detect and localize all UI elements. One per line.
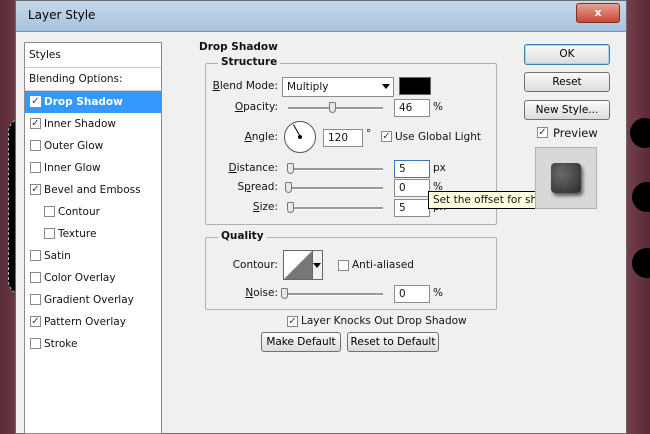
style-item-checkbox[interactable]: ✓ [30, 96, 41, 107]
size-label: Size: [252, 201, 278, 213]
style-item-contour[interactable]: Contour [25, 201, 161, 223]
quality-group: Quality [205, 230, 497, 310]
opacity-slider-thumb[interactable] [328, 102, 336, 113]
style-preview [535, 147, 597, 209]
style-item-pattern-overlay[interactable]: ✓ Pattern Overlay [25, 311, 161, 333]
spread-slider[interactable] [285, 182, 383, 193]
style-item-texture[interactable]: Texture [25, 223, 161, 245]
styles-header[interactable]: Styles [25, 43, 161, 68]
distance-label: Distance: [228, 162, 278, 174]
structure-title: Structure [218, 56, 281, 68]
size-input[interactable]: 5 [394, 199, 430, 217]
style-item-color-overlay[interactable]: Color Overlay [25, 267, 161, 289]
opacity-input[interactable]: 46 [394, 99, 430, 117]
contour-label: Contour: [232, 259, 278, 271]
style-item-label: Drop Shadow [44, 96, 123, 108]
style-item-checkbox[interactable] [30, 294, 41, 305]
contour-curve-icon [284, 251, 312, 279]
style-item-label: Pattern Overlay [44, 316, 126, 328]
window-title: Layer Style [28, 8, 96, 22]
quality-title: Quality [218, 230, 267, 242]
ok-button[interactable]: OK [524, 44, 610, 65]
knocks-out-checkbox[interactable]: ✓ [287, 316, 298, 327]
style-item-bevel-and-emboss[interactable]: ✓ Bevel and Emboss [25, 179, 161, 201]
make-default-button[interactable]: Make Default [261, 332, 341, 352]
blend-mode-label: Blend Mode: [212, 80, 278, 92]
reset-to-default-button[interactable]: Reset to Default [347, 332, 439, 352]
style-item-label: Outer Glow [44, 140, 104, 152]
chevron-down-icon [313, 263, 321, 268]
anti-aliased-label: Anti-aliased [352, 259, 414, 271]
style-item-checkbox[interactable]: ✓ [30, 184, 41, 195]
use-global-light-label: Use Global Light [395, 131, 481, 143]
styles-list: Styles Blending Options: Default ✓Drop S… [24, 42, 162, 434]
angle-center [298, 135, 302, 139]
opacity-unit: % [433, 101, 443, 113]
style-item-inner-shadow[interactable]: ✓ Inner Shadow [25, 113, 161, 135]
style-item-checkbox[interactable] [30, 250, 41, 261]
style-item-label: Stroke [44, 338, 78, 350]
style-item-outer-glow[interactable]: Outer Glow [25, 135, 161, 157]
noise-slider[interactable] [281, 288, 383, 299]
angle-dial[interactable] [284, 121, 316, 153]
shadow-color-swatch[interactable] [399, 77, 431, 95]
size-slider-thumb[interactable] [286, 202, 294, 213]
style-item-checkbox[interactable] [44, 228, 55, 239]
use-global-light-checkbox[interactable]: ✓ [381, 131, 392, 142]
blend-mode-select[interactable]: Multiply [282, 77, 394, 97]
style-item-label: Satin [44, 250, 71, 262]
contour-dropdown[interactable] [313, 250, 323, 280]
noise-input[interactable]: 0 [394, 285, 430, 303]
noise-slider-thumb[interactable] [281, 288, 288, 299]
distance-slider[interactable] [286, 163, 383, 174]
distance-slider-thumb[interactable] [286, 163, 294, 174]
style-item-checkbox[interactable] [30, 162, 41, 173]
style-item-checkbox[interactable] [30, 272, 41, 283]
preview-swatch [551, 163, 581, 193]
new-style-button[interactable]: New Style... [524, 100, 610, 120]
anti-aliased-checkbox[interactable] [338, 260, 349, 271]
noise-label: Noise: [245, 287, 278, 299]
style-item-label: Gradient Overlay [44, 294, 134, 306]
style-item-checkbox[interactable] [30, 338, 41, 349]
style-item-label: Inner Shadow [44, 118, 116, 130]
preview-checkbox[interactable]: ✓ [537, 127, 548, 138]
reset-button[interactable]: Reset [524, 72, 610, 92]
style-item-checkbox[interactable] [44, 206, 55, 217]
style-item-label: Bevel and Emboss [44, 184, 141, 196]
angle-label: Angle: [244, 131, 278, 143]
knocks-out-label: Layer Knocks Out Drop Shadow [301, 315, 467, 327]
opacity-label: Opacity: [234, 101, 278, 113]
style-item-satin[interactable]: Satin [25, 245, 161, 267]
spread-label: Spread: [237, 181, 278, 193]
drop-shadow-title: Drop Shadow [199, 41, 278, 53]
style-item-checkbox[interactable] [30, 140, 41, 151]
style-item-drop-shadow[interactable]: ✓ Drop Shadow [25, 91, 161, 113]
size-slider[interactable] [286, 202, 383, 213]
noise-unit: % [433, 287, 443, 299]
style-item-label: Color Overlay [44, 272, 116, 284]
spread-slider-thumb[interactable] [285, 182, 292, 193]
distance-unit: px [433, 162, 446, 174]
style-item-checkbox[interactable]: ✓ [30, 316, 41, 327]
title-bar[interactable]: Layer Style x [16, 1, 626, 32]
close-button[interactable]: x [576, 3, 620, 23]
distance-input[interactable]: 5 [394, 160, 430, 178]
chevron-down-icon [382, 84, 390, 89]
style-item-inner-glow[interactable]: Inner Glow [25, 157, 161, 179]
contour-preview[interactable] [283, 250, 313, 280]
opacity-slider[interactable] [288, 102, 383, 113]
style-item-label: Contour [58, 206, 100, 218]
style-item-gradient-overlay[interactable]: Gradient Overlay [25, 289, 161, 311]
close-icon: x [594, 6, 602, 19]
blending-options-item[interactable]: Blending Options: Default [25, 68, 161, 107]
style-item-label: Texture [58, 228, 97, 240]
style-item-label: Inner Glow [44, 162, 101, 174]
spread-input[interactable]: 0 [394, 179, 430, 197]
angle-input[interactable]: 120 [323, 129, 363, 147]
style-item-checkbox[interactable]: ✓ [30, 118, 41, 129]
angle-unit: ° [366, 128, 372, 140]
preview-label: Preview [553, 126, 598, 140]
style-item-stroke[interactable]: Stroke [25, 333, 161, 355]
